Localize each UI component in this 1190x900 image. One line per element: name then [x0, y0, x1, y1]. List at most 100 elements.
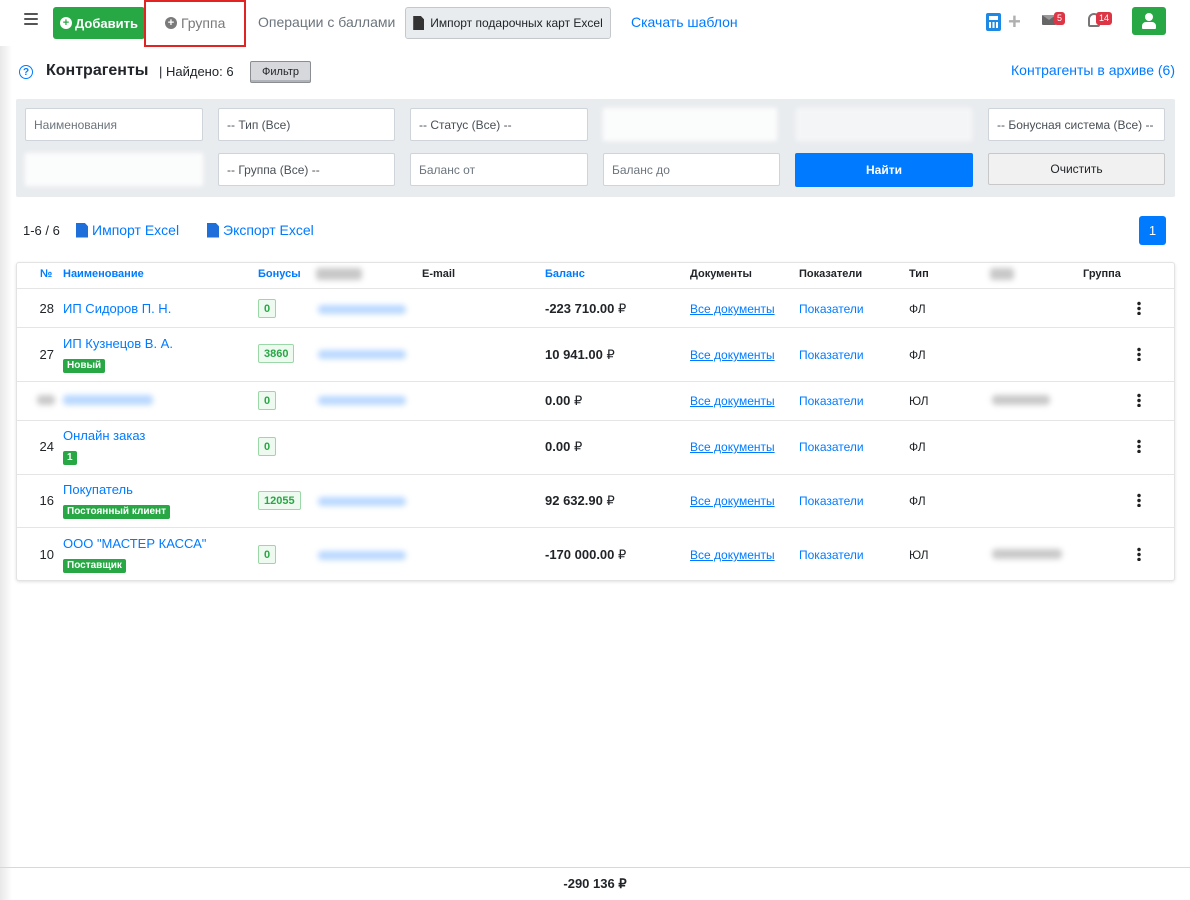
- import-gift-cards-button[interactable]: Импорт подарочных карт Excel: [405, 7, 611, 39]
- hidden-filter-field[interactable]: [25, 153, 203, 186]
- bonus-badge: 0: [258, 545, 277, 564]
- row-divider: [17, 420, 1174, 421]
- status-filter-select[interactable]: -- Статус (Все) --: [410, 108, 588, 141]
- download-template-link[interactable]: Скачать шаблон: [631, 14, 738, 30]
- export-excel-link[interactable]: Экспорт Excel: [207, 222, 314, 238]
- row-divider: [17, 527, 1174, 528]
- clear-button[interactable]: Очистить: [988, 153, 1165, 185]
- row-actions-icon[interactable]: [1137, 439, 1141, 453]
- import-gift-cards-label: Импорт подарочных карт Excel: [430, 16, 603, 30]
- mail-count-badge: 5: [1054, 12, 1066, 25]
- contractor-type: ФЛ: [909, 494, 926, 508]
- all-documents-link[interactable]: Все документы: [690, 348, 775, 362]
- row-actions-icon[interactable]: [1137, 547, 1141, 561]
- bonus-badge: 0: [258, 437, 277, 456]
- balance-value: -223 710.00 ₽: [545, 301, 627, 316]
- bonus-badge: 12055: [258, 491, 301, 510]
- file-import-icon: [76, 222, 88, 238]
- contractor-name-link[interactable]: ИП Кузнецов В. А.: [63, 336, 173, 351]
- row-actions-icon[interactable]: [1137, 301, 1141, 315]
- find-button[interactable]: Найти: [795, 153, 973, 187]
- hidden-value: [992, 549, 1062, 559]
- column-header-docs: Документы: [690, 268, 752, 280]
- status-tag: Поставщик: [63, 559, 126, 573]
- import-excel-link[interactable]: Импорт Excel: [76, 222, 179, 238]
- row-actions-icon[interactable]: [1137, 493, 1141, 507]
- add-button[interactable]: + Добавить: [53, 7, 145, 39]
- menu-icon[interactable]: [24, 13, 38, 25]
- status-tag: Новый: [63, 359, 106, 373]
- points-operations-link[interactable]: Операции с баллами: [258, 14, 395, 30]
- column-header-name[interactable]: Наименование: [63, 268, 144, 280]
- status-tag: Постоянный клиент: [63, 505, 170, 519]
- contractor-name-link[interactable]: Покупатель: [63, 482, 133, 497]
- group-filter-select[interactable]: -- Группа (Все) --: [218, 153, 395, 186]
- contractor-type: ФЛ: [909, 348, 926, 362]
- bonus-badge: 3860: [258, 344, 295, 363]
- row-divider: [17, 288, 1174, 289]
- user-menu-button[interactable]: [1132, 7, 1166, 35]
- balance-from-input[interactable]: Баланс от: [410, 153, 588, 186]
- contractor-type: ЮЛ: [909, 548, 929, 562]
- contractor-type: ФЛ: [909, 302, 926, 316]
- balance-value: 0.00 ₽: [545, 393, 583, 408]
- hidden-contractor-name[interactable]: [63, 395, 153, 405]
- row-actions-icon[interactable]: [1137, 393, 1141, 407]
- all-documents-link[interactable]: Все документы: [690, 440, 775, 454]
- top-navbar: + Добавить + Группа Операции с баллами И…: [0, 0, 1190, 47]
- hidden-contact: [318, 350, 406, 359]
- balance-value: 92 632.90 ₽: [545, 493, 615, 508]
- hidden-filter-field[interactable]: [603, 108, 777, 141]
- stats-link[interactable]: Показатели: [799, 440, 864, 454]
- contractor-type: ЮЛ: [909, 394, 929, 408]
- stats-link[interactable]: Показатели: [799, 394, 864, 408]
- left-shadow: [0, 40, 12, 900]
- column-header-type: Тип: [909, 268, 929, 280]
- archive-link[interactable]: Контрагенты в архиве (6): [1011, 62, 1175, 78]
- stats-link[interactable]: Показатели: [799, 548, 864, 562]
- hidden-contact: [318, 305, 406, 314]
- bonus-system-filter-select[interactable]: -- Бонусная система (Все) --: [988, 108, 1165, 141]
- type-filter-select[interactable]: -- Тип (Все): [218, 108, 395, 141]
- all-documents-link[interactable]: Все документы: [690, 494, 775, 508]
- all-documents-link[interactable]: Все документы: [690, 302, 775, 316]
- hidden-row-number: [37, 395, 55, 405]
- contractor-name-link[interactable]: ООО "МАСТЕР КАССА": [63, 536, 206, 551]
- balance-to-input[interactable]: Баланс до: [603, 153, 780, 186]
- row-actions-icon[interactable]: [1137, 347, 1141, 361]
- row-number: 10: [39, 547, 54, 562]
- all-documents-link[interactable]: Все документы: [690, 548, 775, 562]
- calculator-icon[interactable]: [986, 13, 1001, 31]
- stats-link[interactable]: Показатели: [799, 302, 864, 316]
- help-icon[interactable]: ?: [19, 65, 33, 79]
- hidden-contact: [318, 497, 406, 506]
- hidden-contact: [318, 551, 406, 560]
- hidden-filter-field[interactable]: [796, 108, 972, 141]
- pagination-page-1[interactable]: 1: [1139, 216, 1166, 245]
- column-header-hidden: [990, 268, 1014, 280]
- column-header-stats: Показатели: [799, 268, 863, 280]
- column-header-balance[interactable]: Баланс: [545, 268, 585, 280]
- filter-toggle-button[interactable]: Фильтр: [250, 61, 311, 83]
- column-header-bonuses[interactable]: Бонусы: [258, 268, 301, 280]
- range-indicator: 1-6 / 6: [23, 223, 60, 238]
- footer-divider: [0, 867, 1190, 868]
- bonus-badge: 0: [258, 391, 277, 410]
- stats-link[interactable]: Показатели: [799, 348, 864, 362]
- add-button-label: Добавить: [75, 15, 138, 31]
- all-documents-link[interactable]: Все документы: [690, 394, 775, 408]
- add-group-button[interactable]: + Группа: [165, 14, 225, 32]
- plus-circle-icon: +: [165, 17, 177, 29]
- column-header-num[interactable]: №: [40, 268, 52, 280]
- contractor-name-link[interactable]: Онлайн заказ: [63, 428, 145, 443]
- stats-link[interactable]: Показатели: [799, 494, 864, 508]
- name-filter-input[interactable]: Наименования: [25, 108, 203, 141]
- hidden-value: [992, 395, 1050, 405]
- file-import-icon: [413, 16, 425, 30]
- status-tag: 1: [63, 451, 77, 465]
- contractor-name-link[interactable]: ИП Сидоров П. Н.: [63, 301, 171, 316]
- plus-icon[interactable]: +: [1008, 11, 1021, 33]
- balance-value: 10 941.00 ₽: [545, 347, 615, 362]
- bonus-badge: 0: [258, 299, 277, 318]
- row-number: 27: [39, 347, 54, 362]
